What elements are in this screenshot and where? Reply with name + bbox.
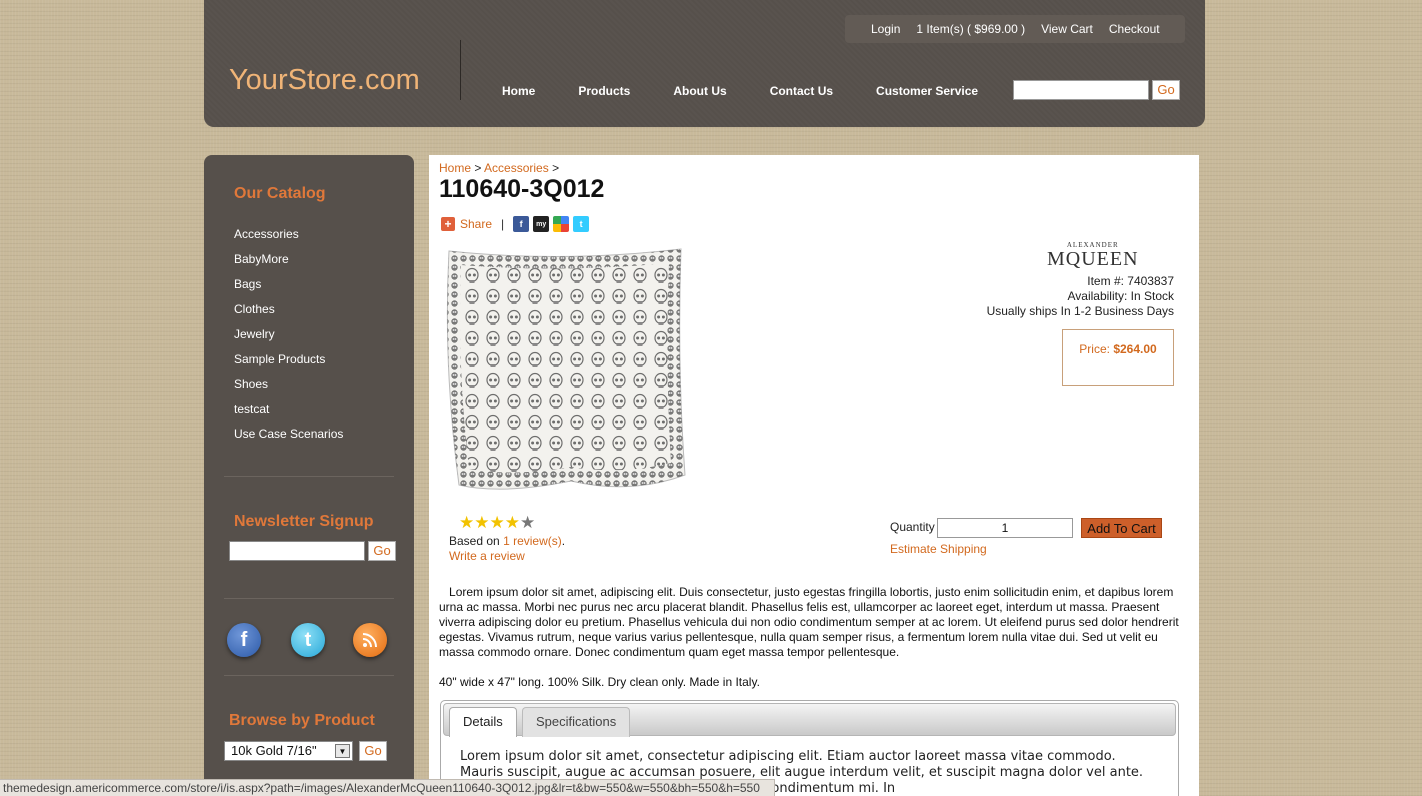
sidebar: Our Catalog Accessories BabyMore Bags Cl… xyxy=(204,155,414,796)
facebook-icon[interactable]: f xyxy=(227,623,261,657)
shipping-estimate-text: Usually ships In 1-2 Business Days xyxy=(986,304,1174,318)
price-value: $264.00 xyxy=(1113,342,1157,356)
browse-select-value: 10k Gold 7/16" xyxy=(231,743,317,758)
breadcrumb: Home > Accessories > xyxy=(439,161,559,175)
reviews-link[interactable]: 1 review(s) xyxy=(503,534,562,548)
reviews-period: . xyxy=(561,534,566,548)
logo-divider xyxy=(460,40,461,100)
quantity-label: Quantity xyxy=(890,520,935,534)
status-bar-url: themedesign.americommerce.com/store/i/is… xyxy=(0,779,775,796)
share-link[interactable]: Share xyxy=(460,217,492,231)
newsletter-go-button[interactable]: Go xyxy=(368,541,396,561)
estimate-shipping-link[interactable]: Estimate Shipping xyxy=(890,542,987,556)
price-box: Price: $264.00 xyxy=(1062,329,1174,386)
product-dimensions: 40" wide x 47" long. 100% Silk. Dry clea… xyxy=(439,675,760,689)
brand-logo-main-text: MQUEEN xyxy=(1047,248,1139,270)
browse-go-button[interactable]: Go xyxy=(359,741,387,761)
site-logo[interactable]: YourStore.com xyxy=(229,64,420,97)
star-filled-icon: ★ xyxy=(489,513,505,532)
newsletter-heading: Newsletter Signup xyxy=(234,513,374,530)
product-title: 110640-3Q012 xyxy=(439,175,605,203)
catalog-item-accessories[interactable]: Accessories xyxy=(234,227,343,252)
rss-icon[interactable] xyxy=(353,623,387,657)
checkout-link[interactable]: Checkout xyxy=(1109,22,1160,36)
nav-customer-service[interactable]: Customer Service xyxy=(876,84,978,98)
catalog-item-shoes[interactable]: Shoes xyxy=(234,377,343,402)
star-empty-icon: ★ xyxy=(520,513,536,532)
star-filled-icon: ★ xyxy=(459,513,475,532)
star-filled-icon: ★ xyxy=(474,513,490,532)
catalog-list: Accessories BabyMore Bags Clothes Jewelr… xyxy=(234,227,343,452)
sidebar-divider xyxy=(224,476,394,477)
based-on-label: Based on xyxy=(449,534,500,548)
tab-details[interactable]: Details xyxy=(449,707,517,737)
sidebar-divider xyxy=(224,598,394,599)
breadcrumb-separator: > xyxy=(474,161,482,175)
nav-about-us[interactable]: About Us xyxy=(673,84,726,98)
availability: Availability: In Stock xyxy=(1067,289,1175,303)
catalog-item-babymore[interactable]: BabyMore xyxy=(234,252,343,277)
item-number: Item #: 7403837 xyxy=(1087,274,1174,288)
browse-by-product-heading: Browse by Product xyxy=(229,712,375,729)
view-cart-link[interactable]: View Cart xyxy=(1041,22,1093,36)
review-summary: Based on 1 review(s). Write a review xyxy=(449,534,565,564)
catalog-item-bags[interactable]: Bags xyxy=(234,277,343,302)
nav-home[interactable]: Home xyxy=(502,84,535,98)
myspace-share-icon[interactable]: my xyxy=(533,216,550,232)
nav-products[interactable]: Products xyxy=(578,84,630,98)
star-filled-icon: ★ xyxy=(504,513,520,532)
catalog-item-jewelry[interactable]: Jewelry xyxy=(234,327,343,352)
add-to-cart-button[interactable]: Add To Cart xyxy=(1081,518,1162,538)
brand-logo: ALEXANDER MQUEEN xyxy=(1047,241,1139,269)
login-link[interactable]: Login xyxy=(871,22,900,36)
newsletter-email-input[interactable] xyxy=(229,541,365,561)
catalog-item-use-case-scenarios[interactable]: Use Case Scenarios xyxy=(234,427,343,452)
catalog-item-sample-products[interactable]: Sample Products xyxy=(234,352,343,377)
share-separator: | xyxy=(501,217,505,231)
share-row: + Share | f my t xyxy=(441,216,593,232)
nav-contact-us[interactable]: Contact Us xyxy=(770,84,833,98)
breadcrumb-separator: > xyxy=(552,161,560,175)
sidebar-divider xyxy=(224,675,394,676)
catalog-item-testcat[interactable]: testcat xyxy=(234,402,343,427)
main-nav: Home Products About Us Contact Us Custom… xyxy=(502,84,1021,98)
item-info: Item #: 7403837 Availability: In Stock U… xyxy=(987,274,1174,319)
write-review-link[interactable]: Write a review xyxy=(449,549,525,563)
tabs-bar: Details Specifications xyxy=(443,703,1176,737)
header-search-input[interactable] xyxy=(1013,80,1149,100)
breadcrumb-home[interactable]: Home xyxy=(439,161,471,175)
google-share-icon[interactable] xyxy=(553,216,570,232)
product-image[interactable] xyxy=(441,245,686,490)
twitter-share-icon[interactable]: t xyxy=(573,216,590,232)
cart-summary-link[interactable]: 1 Item(s) ( $969.00 ) xyxy=(916,22,1025,36)
price-label: Price: xyxy=(1079,342,1110,356)
breadcrumb-accessories[interactable]: Accessories xyxy=(484,161,549,175)
product-content: Home > Accessories > 110640-3Q012 + Shar… xyxy=(429,155,1199,796)
facebook-share-icon[interactable]: f xyxy=(513,216,530,232)
header-search-go-button[interactable]: Go xyxy=(1152,80,1180,100)
rating-stars: ★ ★ ★ ★ ★ xyxy=(459,513,536,532)
site-header: YourStore.com Login 1 Item(s) ( $969.00 … xyxy=(204,0,1205,127)
tab-specifications[interactable]: Specifications xyxy=(522,707,631,737)
twitter-icon[interactable]: t xyxy=(291,623,325,657)
catalog-heading: Our Catalog xyxy=(234,185,326,202)
share-plus-icon[interactable]: + xyxy=(441,217,455,231)
catalog-item-clothes[interactable]: Clothes xyxy=(234,302,343,327)
product-description: Lorem ipsum dolor sit amet, adipiscing e… xyxy=(439,585,1179,660)
product-description-text: Lorem ipsum dolor sit amet, adipiscing e… xyxy=(439,585,1179,659)
top-utility-bar: Login 1 Item(s) ( $969.00 ) View Cart Ch… xyxy=(845,15,1185,43)
browse-product-select[interactable]: 10k Gold 7/16" ▼ xyxy=(224,741,353,761)
chevron-down-icon[interactable]: ▼ xyxy=(335,744,350,758)
quantity-input[interactable]: 1 xyxy=(937,518,1073,538)
